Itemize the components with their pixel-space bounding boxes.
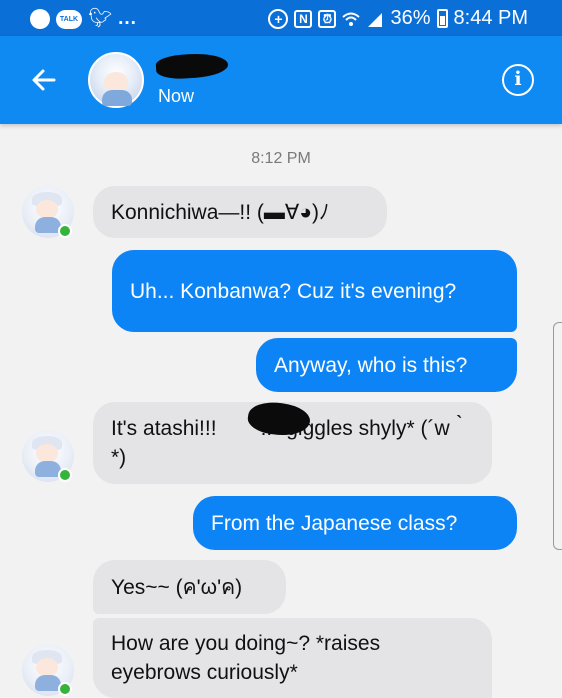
avatar-face — [36, 444, 58, 462]
avatar-face — [104, 72, 128, 92]
system-status: + N ⏰︎ 36% 8:44 PM — [268, 7, 528, 30]
nfc-icon: N — [294, 9, 313, 28]
notification-icons: TALK 🐦︎ ... — [30, 8, 137, 30]
back-arrow-icon[interactable] — [30, 66, 58, 94]
message-text: Yes~~ (ค'ω'ค) — [111, 575, 243, 599]
avatar-face — [36, 658, 58, 676]
incoming-message[interactable]: How are you doing~? *raises eyebrows cur… — [93, 618, 492, 698]
more-notifications-icon: ... — [118, 8, 137, 29]
incoming-message[interactable]: Yes~~ (ค'ω'ค) — [93, 560, 286, 614]
online-indicator — [58, 224, 72, 238]
redacted-contact-name[interactable] — [155, 51, 229, 81]
message-text: Anyway, who is this? — [274, 353, 468, 377]
online-indicator — [58, 468, 72, 482]
message-text: Konnichiwa—!! (▬∀◕)ﾉ — [111, 200, 330, 224]
wifi-icon — [342, 12, 361, 26]
alarm-icon: ⏰︎ — [318, 9, 337, 28]
message-text-start: It's atashi!!! — [111, 417, 217, 440]
online-indicator — [58, 682, 72, 696]
message-text: How are you doing~? *raises eyebrows cur… — [111, 632, 381, 684]
info-icon[interactable]: i — [502, 64, 534, 96]
outgoing-message[interactable]: Uh... Konbanwa? Cuz it's evening? — [112, 250, 517, 332]
status-bar: TALK 🐦︎ ... + N ⏰︎ 36% 8:44 PM — [0, 0, 562, 36]
avatar-face — [36, 200, 58, 218]
message-text: Uh... Konbanwa? Cuz it's evening? — [130, 279, 457, 303]
twitter-icon: 🐦︎ — [88, 8, 113, 29]
scrollbar[interactable] — [553, 322, 562, 550]
cell-signal-icon — [368, 12, 383, 27]
clock: 8:44 PM — [453, 7, 528, 29]
battery-icon — [436, 9, 448, 28]
talk-icon: TALK — [56, 9, 82, 29]
outgoing-message[interactable]: From the Japanese class? — [193, 496, 517, 550]
data-saver-icon: + — [268, 8, 289, 29]
message-text: From the Japanese class? — [211, 511, 458, 535]
avatar-body — [102, 90, 132, 106]
contact-avatar[interactable] — [88, 52, 144, 108]
active-status: Now — [158, 86, 195, 106]
messenger-icon — [30, 9, 50, 29]
battery-percent: 36% — [390, 7, 431, 29]
outgoing-message[interactable]: Anyway, who is this? — [256, 338, 517, 392]
timestamp: 8:12 PM — [251, 150, 311, 167]
conversation-header: Now i — [0, 36, 562, 124]
incoming-message[interactable]: Konnichiwa—!! (▬∀◕)ﾉ — [93, 186, 387, 238]
